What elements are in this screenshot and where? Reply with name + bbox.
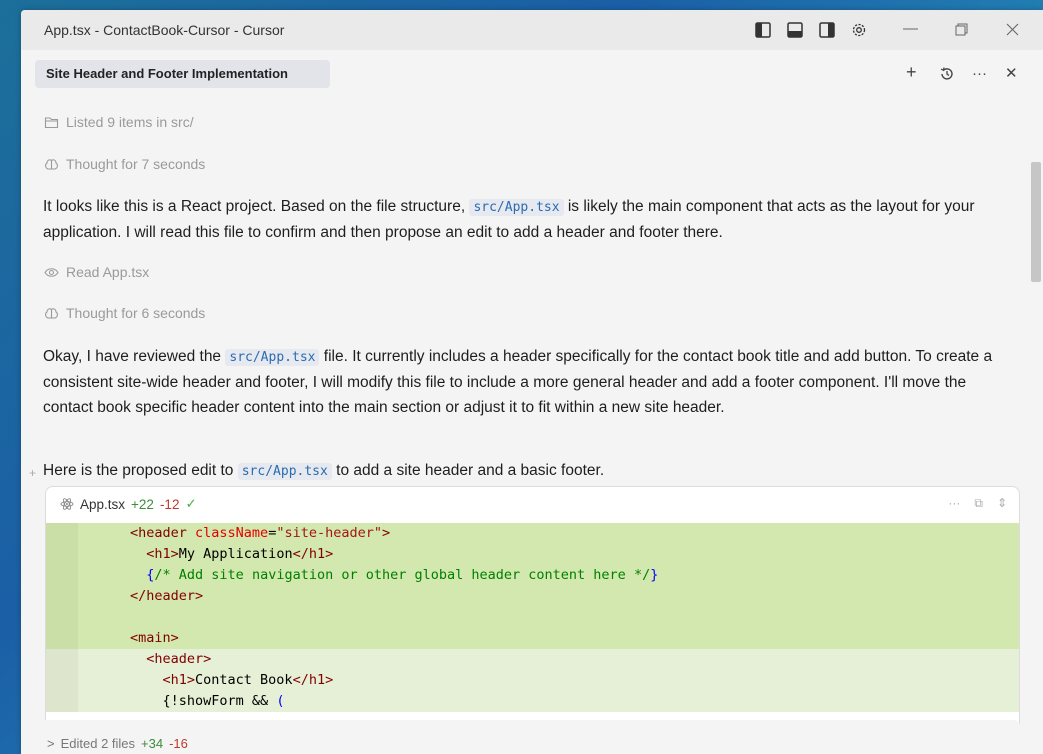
code-line [46,607,1019,628]
code-token: {!showForm && [162,693,277,709]
file-reference-code[interactable]: src/App.tsx [237,463,332,480]
code-line: {!showForm && ( [46,691,1019,712]
line-gutter [46,607,78,628]
assistant-paragraph-1: It looks like this is a React project. B… [43,194,1013,245]
close-window-icon[interactable] [1006,23,1019,36]
react-icon [60,498,74,510]
tab-fade [300,60,330,88]
para3-text-b: to add a site header and a basic footer. [331,462,605,479]
edited-files-label: Edited 2 files [60,736,136,751]
status-thought-2: Thought for 6 seconds [44,305,205,321]
chat-scrollbar[interactable] [1031,162,1041,282]
app-window: App.tsx - ContactBook-Cursor - Cursor — … [21,10,1043,754]
line-gutter [46,544,78,565]
code-token: } [650,567,659,583]
chat-tab-title: Site Header and Footer Implementation [46,66,288,81]
code-removed-count: -12 [159,496,180,512]
status-read-text: Read App.tsx [66,264,150,280]
code-token: > [382,525,391,541]
code-added-count: +22 [131,496,154,512]
folder-icon [44,116,59,128]
code-more-icon[interactable]: ··· [948,496,960,511]
code-diff-block: App.tsx +22 -12 ✓ ··· ⧉ ⇕ <header classN… [45,486,1020,732]
status-read: Read App.tsx [44,264,149,280]
code-token: "site-header" [276,525,382,541]
code-line: <main> [46,628,1019,649]
code-line: <h1>Contact Book</h1> [46,670,1019,691]
code-file-info[interactable]: App.tsx +22 -12 ✓ [60,496,197,512]
settings-gear-icon[interactable] [851,22,867,38]
edited-files-summary: > Edited 2 files +34 -16 [47,736,188,751]
line-gutter [46,523,78,544]
window-title: App.tsx - ContactBook-Cursor - Cursor [44,22,285,38]
status-thought-1: Thought for 7 seconds [44,156,205,172]
para1-text-a: It looks like this is a React project. B… [43,198,470,215]
code-line: <header> [46,649,1019,670]
restore-icon[interactable] [955,23,968,36]
code-diff-header: App.tsx +22 -12 ✓ ··· ⧉ ⇕ [46,487,1019,519]
code-lines: <header className="site-header"> <h1>My … [46,523,1019,712]
eye-icon [44,267,59,277]
chevron-right-icon: > [47,736,55,751]
title-bar: App.tsx - ContactBook-Cursor - Cursor — [21,10,1043,50]
applied-check-icon: ✓ [185,496,197,511]
code-token: <header> [146,651,212,667]
para2-text-a: Okay, I have reviewed the [43,348,226,365]
code-token: </header> [130,588,204,604]
edited-removed-count: -16 [169,736,188,751]
code-line: </header> [46,586,1019,607]
status-thought-2-text: Thought for 6 seconds [66,305,206,321]
status-listed: Listed 9 items in src/ [44,114,194,130]
line-gutter [46,691,78,712]
assistant-paragraph-2: Okay, I have reviewed the src/App.tsx fi… [43,344,1013,420]
expand-collapse-icon[interactable]: ⇕ [997,496,1007,511]
code-token: ( [276,693,285,709]
code-token: /* Add site navigation or other global h… [154,567,651,583]
add-context-marker[interactable]: + [29,466,36,480]
edited-added-count: +34 [141,736,164,751]
line-gutter [46,670,78,691]
file-reference-code[interactable]: src/App.tsx [225,349,320,366]
status-listed-text: Listed 9 items in src/ [66,114,194,130]
brain-icon [45,158,58,170]
code-token: <h1> [146,546,179,562]
assistant-paragraph-3: Here is the proposed edit to src/App.tsx… [43,458,1013,484]
toggle-primary-sidebar-icon[interactable] [755,22,771,38]
brain-icon [45,307,58,319]
code-file-name: App.tsx [80,496,126,512]
code-token: </h1> [292,672,334,688]
more-options-button[interactable]: ··· [972,66,987,82]
close-chat-button[interactable]: ✕ [1005,66,1018,82]
copy-icon[interactable]: ⧉ [974,496,983,511]
history-icon[interactable] [939,66,955,82]
new-chat-button[interactable]: + [906,63,917,81]
code-line: <header className="site-header"> [46,523,1019,544]
chat-header: Site Header and Footer Implementation + … [21,50,1043,96]
para3-text-a: Here is the proposed edit to [43,462,238,479]
line-gutter [46,586,78,607]
line-gutter [46,649,78,670]
code-token: </h1> [292,546,334,562]
file-reference-code[interactable]: src/App.tsx [469,199,564,216]
code-token: <main> [130,630,179,646]
toggle-panel-icon[interactable] [787,22,803,38]
minimize-icon[interactable]: — [903,20,918,37]
code-line: {/* Add site navigation or other global … [46,565,1019,586]
line-gutter [46,565,78,586]
code-line: <h1>My Application</h1> [46,544,1019,565]
code-actions: ··· ⧉ ⇕ [948,496,1007,511]
code-token: Contact Book [195,672,293,688]
toggle-secondary-sidebar-icon[interactable] [819,22,835,38]
code-token: My Application [178,546,293,562]
status-thought-1-text: Thought for 7 seconds [66,156,206,172]
line-gutter [46,628,78,649]
chat-tab[interactable]: Site Header and Footer Implementation [35,60,330,88]
code-token: <header [130,525,187,541]
edited-files-bar[interactable]: > Edited 2 files +34 -16 [35,720,1020,754]
code-token: <h1> [162,672,196,688]
code-token: className [186,525,269,541]
